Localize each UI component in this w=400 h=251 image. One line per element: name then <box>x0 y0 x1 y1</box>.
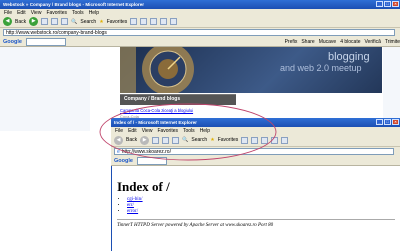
inner-menu-bar: File Edit View Favorites Tools Help <box>111 127 400 134</box>
edit-icon[interactable] <box>160 18 168 25</box>
blog-post-link[interactable]: Campania Coca-Cola ziceaţi a blogiului <box>120 108 193 113</box>
inner-menu-help[interactable]: Help <box>200 128 210 134</box>
inner-stop-icon[interactable] <box>152 136 160 144</box>
link-cgi-bin[interactable]: cgi-bin/ <box>127 197 143 202</box>
google-logo: Google <box>3 38 22 45</box>
outer-toolbar: ◀ Back ▶ 🔍 Search ★ Favorites <box>0 16 400 28</box>
menu-edit[interactable]: Edit <box>17 10 26 16</box>
maximize-button[interactable]: □ <box>384 1 391 7</box>
favorites-icon[interactable]: ★ <box>99 19 103 25</box>
stop-icon[interactable] <box>41 18 49 25</box>
menu-file[interactable]: File <box>4 10 12 16</box>
menu-help[interactable]: Help <box>89 10 99 16</box>
inner-favorites-icon[interactable]: ★ <box>210 137 214 143</box>
inner-address-bar: e http://www.skoarez.ro/ <box>111 147 400 156</box>
google-search-input[interactable] <box>25 37 66 46</box>
clock-illustration <box>120 47 194 93</box>
outer-google-toolbar: Google Prefix Share Mucave 4 blocate Ver… <box>0 37 400 47</box>
google-send-label[interactable]: Trimite <box>385 39 400 45</box>
outer-address-bar: http://www.webstock.ro/company-brand-blo… <box>0 28 400 37</box>
inner-forward-button[interactable]: ▶ <box>140 135 150 145</box>
google-blocked-label[interactable]: 4 blocate <box>340 39 360 45</box>
outer-window-title: Webstock » Company / Brand blogs - Micro… <box>3 2 145 7</box>
inner-google-search-input[interactable] <box>136 156 167 165</box>
inner-menu-file[interactable]: File <box>115 128 123 134</box>
banner-text-2: and web 2.0 meetup <box>280 63 362 73</box>
outer-address-field[interactable]: http://www.webstock.ro/company-brand-blo… <box>3 29 395 36</box>
inner-back-button[interactable]: ◀ <box>114 135 123 145</box>
inner-favorites-label[interactable]: Favorites <box>218 137 239 143</box>
inner-menu-view[interactable]: View <box>142 128 153 134</box>
inner-close-button[interactable]: × <box>392 119 399 125</box>
blog-header-banner: blogging and web 2.0 meetup <box>120 47 382 93</box>
back-button[interactable]: ◀ <box>3 17 12 26</box>
home-icon[interactable] <box>61 18 69 25</box>
inner-window-title: Index of / - Microsoft Internet Explorer <box>114 120 197 125</box>
minimize-button[interactable]: _ <box>376 1 383 7</box>
ie-page-icon: e <box>117 148 120 155</box>
server-footer: TinnerT HTTPD Server powered by Apache S… <box>117 223 274 228</box>
list-item: error/ <box>127 209 143 215</box>
menu-view[interactable]: View <box>31 10 42 16</box>
inner-mail-icon[interactable] <box>251 136 259 144</box>
inner-messenger-icon[interactable] <box>281 136 289 144</box>
menu-tools[interactable]: Tools <box>72 10 84 16</box>
google-prefix-label[interactable]: Prefix <box>285 39 298 45</box>
inner-address-field[interactable]: e http://www.skoarez.ro/ <box>114 148 394 155</box>
print-icon[interactable] <box>150 18 158 25</box>
inner-menu-favorites[interactable]: Favorites <box>157 128 178 134</box>
messenger-icon[interactable] <box>170 18 178 25</box>
section-title-bar: Company / Brand blogs <box>120 94 236 105</box>
close-button[interactable]: × <box>392 1 399 7</box>
refresh-icon[interactable] <box>51 18 59 25</box>
google-share-label[interactable]: Share <box>301 39 314 45</box>
inner-minimize-button[interactable]: _ <box>376 119 383 125</box>
inner-maximize-button[interactable]: □ <box>384 119 391 125</box>
search-label[interactable]: Search <box>80 19 96 25</box>
outer-title-bar: Webstock » Company / Brand blogs - Micro… <box>0 0 400 9</box>
inner-print-icon[interactable] <box>261 136 269 144</box>
inner-history-icon[interactable] <box>241 136 249 144</box>
history-icon[interactable] <box>130 18 138 25</box>
link-error[interactable]: error/ <box>127 209 138 214</box>
inner-back-label: Back <box>126 137 138 143</box>
mail-icon[interactable] <box>140 18 148 25</box>
inner-menu-tools[interactable]: Tools <box>183 128 195 134</box>
inner-refresh-icon[interactable] <box>162 136 170 144</box>
index-divider <box>117 219 395 220</box>
section-title: Company / Brand blogs <box>124 96 181 102</box>
inner-google-logo: Google <box>114 157 133 164</box>
outer-menu-bar: File Edit View Favorites Tools Help <box>0 9 400 16</box>
google-mucave-label[interactable]: Mucave <box>319 39 337 45</box>
index-link-list: cgi-bin/ err/ error/ <box>117 197 143 215</box>
inner-toolbar: ◀ Back ▶ 🔍 Search ★ Favorites <box>111 134 400 147</box>
google-check-label[interactable]: Verifică <box>365 39 381 45</box>
link-err[interactable]: err/ <box>127 203 134 208</box>
back-label: Back <box>15 18 27 25</box>
favorites-label[interactable]: Favorites <box>107 19 128 25</box>
inner-search-icon[interactable]: 🔍 <box>182 137 188 143</box>
banner-text-1: blogging <box>328 51 370 63</box>
inner-edit-icon[interactable] <box>271 136 279 144</box>
menu-favorites[interactable]: Favorites <box>46 10 67 16</box>
outer-page-left-margin <box>0 47 90 131</box>
index-heading: Index of / <box>117 179 170 194</box>
inner-menu-edit[interactable]: Edit <box>128 128 137 134</box>
inner-title-bar: Index of / - Microsoft Internet Explorer… <box>111 118 400 127</box>
inner-search-label[interactable]: Search <box>191 137 207 143</box>
inner-google-toolbar: Google <box>111 156 400 166</box>
inner-home-icon[interactable] <box>172 136 180 144</box>
forward-button[interactable]: ▶ <box>29 17 39 26</box>
search-icon[interactable]: 🔍 <box>71 19 77 25</box>
